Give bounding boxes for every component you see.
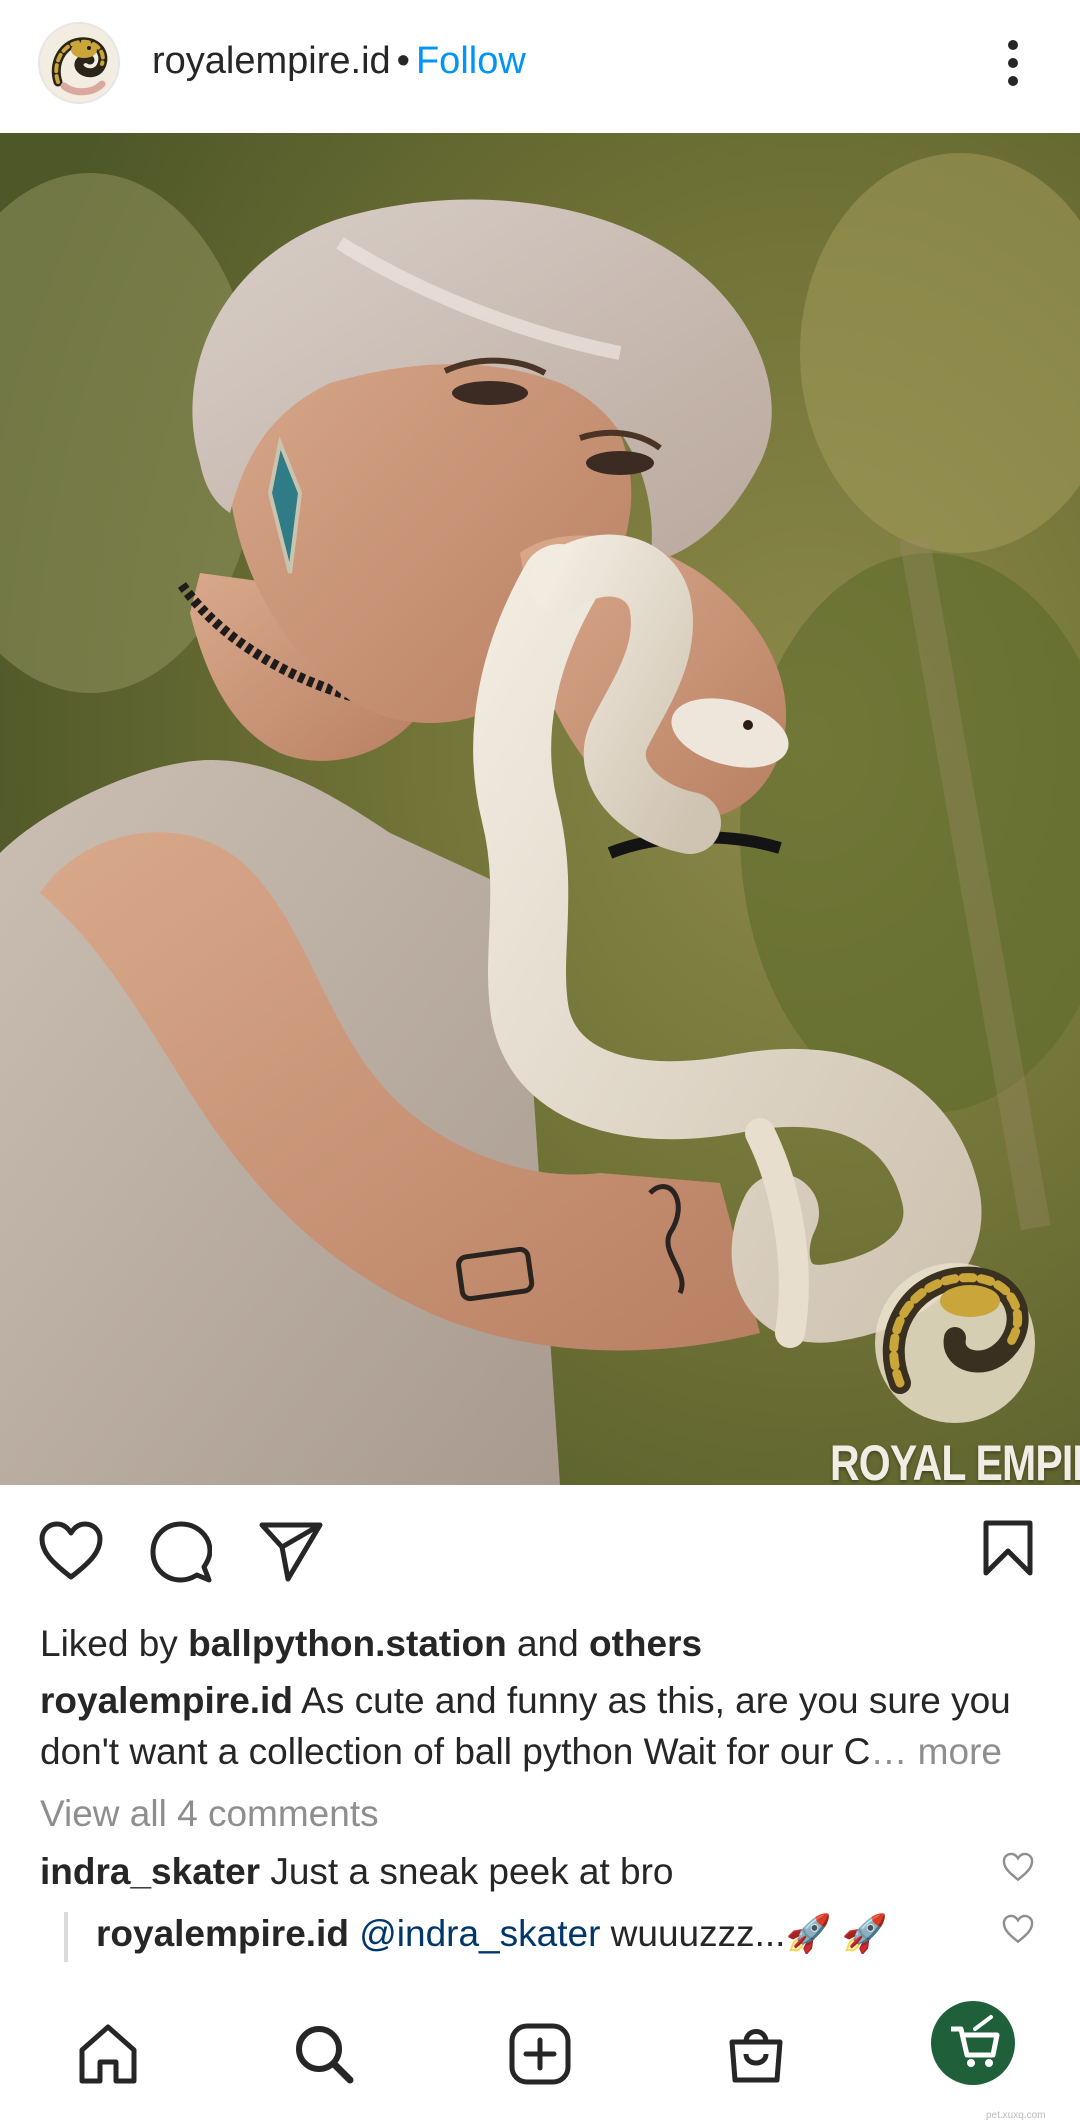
- create-icon[interactable]: [508, 2022, 572, 2091]
- profile-avatar-nav[interactable]: [931, 2001, 1015, 2085]
- header-username[interactable]: royalempire.id: [152, 40, 391, 82]
- heart-icon[interactable]: [38, 1521, 104, 1586]
- likes-line: Liked by ballpython.station and others: [40, 1620, 702, 1668]
- likes-others[interactable]: others: [589, 1623, 702, 1664]
- caption-line-2: don't want a collection of ball python W…: [40, 1728, 1002, 1776]
- header-separator: •: [396, 40, 410, 82]
- comment-row: indra_skater Just a sneak peek at bro: [40, 1848, 674, 1896]
- reply-text: wuuuzzz...🚀 🚀: [600, 1913, 888, 1954]
- header-title: royalempire.id • Follow: [152, 37, 526, 85]
- post-actions: [0, 1485, 1080, 1615]
- reply-indent-bar: [64, 1912, 68, 1962]
- caption-line-1: royalempire.id As cute and funny as this…: [40, 1677, 1011, 1725]
- image-credit: pet.xuxq.com: [986, 2110, 1046, 2121]
- caption-more-link[interactable]: … more: [870, 1731, 1002, 1772]
- reply-mention[interactable]: @indra_skater: [349, 1913, 600, 1954]
- profile-avatar[interactable]: [38, 22, 120, 104]
- post-header: royalempire.id • Follow: [0, 0, 1080, 133]
- likes-middle: and: [506, 1623, 589, 1664]
- post-photo[interactable]: ROYAL EMPIRE: [0, 133, 1080, 1485]
- reply-heart-icon[interactable]: [1002, 1914, 1034, 1949]
- follow-button[interactable]: Follow: [416, 40, 526, 82]
- comment-username[interactable]: indra_skater: [40, 1851, 260, 1892]
- likes-prefix: Liked by: [40, 1623, 189, 1664]
- comment-heart-icon[interactable]: [1002, 1852, 1034, 1887]
- caption-username[interactable]: royalempire.id: [40, 1680, 293, 1721]
- liked-by-user[interactable]: ballpython.station: [188, 1623, 507, 1664]
- bottom-nav: [0, 1990, 1080, 2124]
- view-all-comments-link[interactable]: View all 4 comments: [40, 1790, 379, 1838]
- bookmark-icon[interactable]: [982, 1519, 1034, 1582]
- home-icon[interactable]: [76, 2022, 140, 2091]
- comment-icon[interactable]: [150, 1521, 213, 1588]
- watermark-text: ROYAL EMPIRE: [830, 1435, 1080, 1485]
- caption-text-2: don't want a collection of ball python W…: [40, 1731, 871, 1772]
- send-icon[interactable]: [258, 1521, 324, 1588]
- shop-icon[interactable]: [724, 2022, 788, 2091]
- reply-row: royalempire.id @indra_skater wuuuzzz...🚀…: [96, 1910, 888, 1958]
- search-icon[interactable]: [292, 2022, 356, 2091]
- comment-text: Just a sneak peek at bro: [260, 1851, 674, 1892]
- more-vertical-icon[interactable]: [996, 36, 1030, 90]
- reply-username[interactable]: royalempire.id: [96, 1913, 349, 1954]
- caption-text-1: As cute and funny as this, are you sure …: [292, 1680, 1011, 1721]
